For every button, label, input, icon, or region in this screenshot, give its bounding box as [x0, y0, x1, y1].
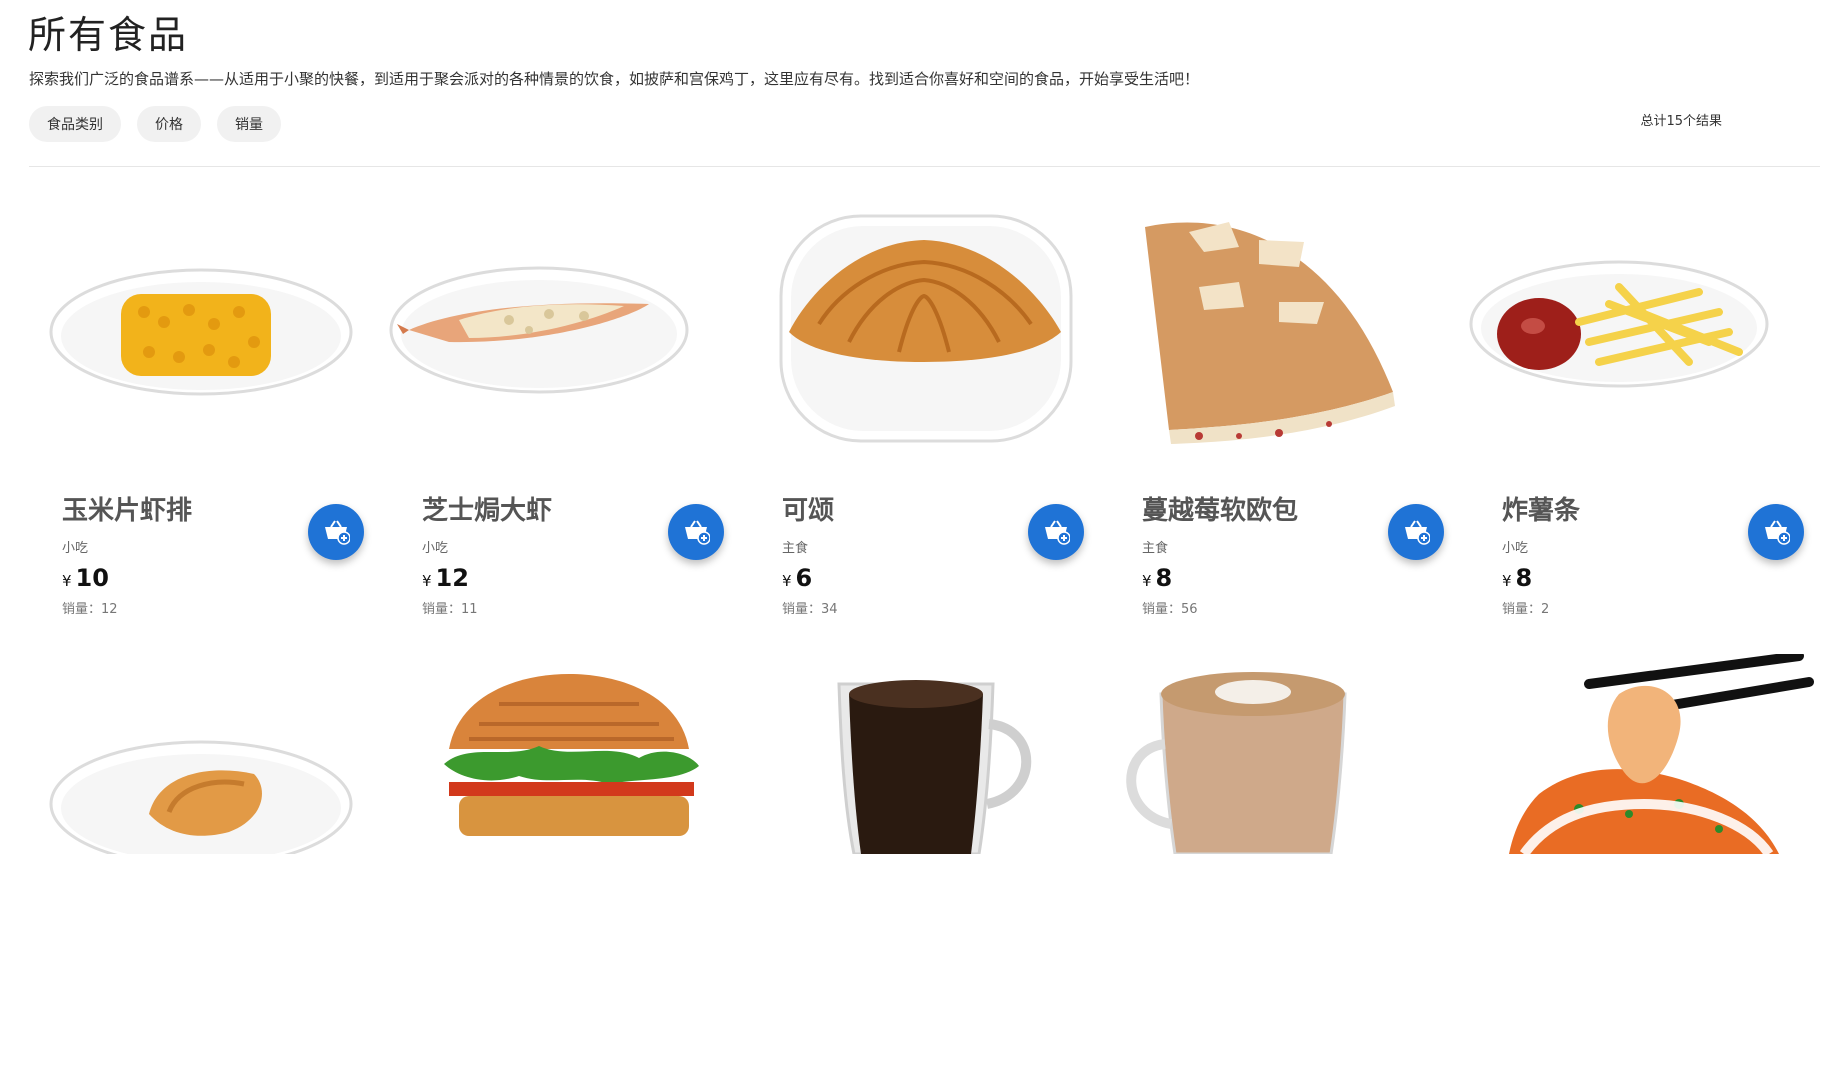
product-name: 蔓越莓软欧包	[1142, 496, 1299, 526]
product-card[interactable]	[1469, 651, 1824, 1074]
product-info: 玉米片虾排 小吃 ¥ 10 销量：12	[62, 490, 192, 617]
product-card[interactable]: 芝士焗大虾 小吃 ¥ 12 销量：11	[389, 192, 744, 617]
product-name: 可颂	[782, 496, 835, 526]
product-image-black-coffee[interactable]	[749, 654, 1104, 914]
product-info: 炸薯条 小吃 ¥ 8 销量：2	[1502, 490, 1580, 617]
product-info: 可颂 主食 ¥ 6 销量：34	[782, 490, 838, 617]
product-card[interactable]: 炸薯条 小吃 ¥ 8 销量：2	[1469, 192, 1824, 617]
product-price: ¥ 12	[422, 564, 552, 592]
product-image-cranberry-bread[interactable]	[1109, 192, 1464, 452]
product-card[interactable]: 玉米片虾排 小吃 ¥ 10 销量：12	[29, 192, 384, 617]
price-value: 6	[795, 564, 813, 592]
add-to-cart-button[interactable]	[1028, 504, 1084, 560]
product-info: 蔓越莓软欧包 主食 ¥ 8 销量：56	[1142, 490, 1298, 617]
product-category: 小吃	[62, 541, 89, 556]
product-card[interactable]	[29, 654, 384, 1074]
filter-category-chip[interactable]: 食品类别	[29, 106, 121, 142]
cart-plus-icon	[1765, 520, 1790, 545]
product-image-burger[interactable]	[389, 654, 744, 914]
cart-plus-icon	[1405, 520, 1430, 545]
add-to-cart-button[interactable]	[308, 504, 364, 560]
currency-symbol: ¥	[1502, 572, 1512, 590]
cart-plus-icon	[685, 520, 710, 545]
product-price: ¥ 6	[782, 564, 838, 592]
page-description: 探索我们广泛的食品谱系——从适用于小聚的快餐，到适用于聚会派对的各种情景的饮食，…	[29, 70, 1200, 88]
product-category: 小吃	[422, 541, 449, 556]
price-value: 10	[75, 564, 109, 592]
product-info: 芝士焗大虾 小吃 ¥ 12 销量：11	[422, 490, 552, 617]
product-name: 玉米片虾排	[62, 496, 193, 526]
product-name: 芝士焗大虾	[422, 496, 553, 526]
price-value: 8	[1515, 564, 1533, 592]
product-image-chicken-wing[interactable]	[29, 654, 384, 914]
currency-symbol: ¥	[1142, 572, 1152, 590]
product-category: 主食	[782, 541, 809, 556]
cart-plus-icon	[1045, 520, 1070, 545]
filter-bar: 食品类别 价格 销量	[29, 106, 281, 142]
product-card[interactable]: 蔓越莓软欧包 主食 ¥ 8 销量：56	[1109, 192, 1464, 617]
product-category: 主食	[1142, 541, 1169, 556]
product-price: ¥ 8	[1142, 564, 1298, 592]
product-card[interactable]	[389, 654, 744, 1074]
product-image-croissant[interactable]	[749, 192, 1104, 452]
divider	[29, 166, 1820, 167]
product-image-wontons[interactable]	[1469, 651, 1824, 914]
page-title: 所有食品	[28, 13, 189, 57]
currency-symbol: ¥	[782, 572, 792, 590]
product-price: ¥ 10	[62, 564, 192, 592]
currency-symbol: ¥	[422, 572, 432, 590]
currency-symbol: ¥	[62, 572, 72, 590]
add-to-cart-button[interactable]	[1748, 504, 1804, 560]
product-sales: 销量：56	[1142, 602, 1198, 617]
product-category: 小吃	[1502, 541, 1529, 556]
product-sales: 销量：12	[62, 602, 118, 617]
product-sales: 销量：2	[1502, 602, 1550, 617]
product-sales: 销量：34	[782, 602, 838, 617]
product-card[interactable]	[1109, 654, 1464, 1074]
filter-price-chip[interactable]: 价格	[137, 106, 201, 142]
results-count: 总计15个结果	[1640, 114, 1722, 129]
product-list-page: 所有食品 探索我们广泛的食品谱系——从适用于小聚的快餐，到适用于聚会派对的各种情…	[0, 0, 1842, 868]
product-image-latte[interactable]	[1109, 654, 1464, 914]
add-to-cart-button[interactable]	[1388, 504, 1444, 560]
filter-sales-chip[interactable]: 销量	[217, 106, 281, 142]
product-image-corn-shrimp[interactable]	[29, 192, 384, 452]
cart-plus-icon	[325, 520, 350, 545]
price-value: 12	[435, 564, 469, 592]
product-name: 炸薯条	[1502, 496, 1581, 526]
product-image-fries[interactable]	[1469, 192, 1824, 452]
product-card[interactable]	[749, 654, 1104, 1074]
product-card[interactable]: 可颂 主食 ¥ 6 销量：34	[749, 192, 1104, 617]
price-value: 8	[1155, 564, 1173, 592]
add-to-cart-button[interactable]	[668, 504, 724, 560]
product-image-cheese-prawn[interactable]	[389, 192, 744, 452]
product-price: ¥ 8	[1502, 564, 1580, 592]
product-sales: 销量：11	[422, 602, 478, 617]
